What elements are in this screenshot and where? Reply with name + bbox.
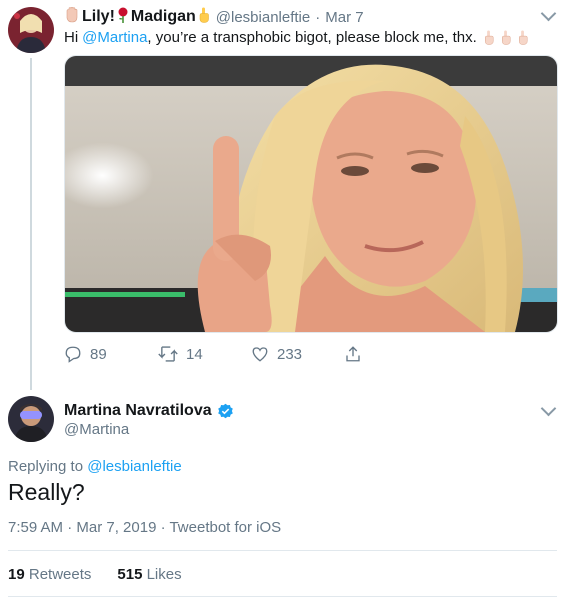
retweets-label: Retweets [28, 566, 92, 583]
verified-badge-icon [217, 403, 234, 420]
pointing-up-light-emoji-icon [518, 30, 528, 45]
tweet1-handle[interactable]: @lesbianleftie [216, 9, 310, 26]
tweet1-name-part2[interactable]: Madigan [131, 8, 196, 26]
pointing-up-emojis [483, 30, 529, 45]
divider [8, 596, 557, 597]
tweet1-text-rest: , you’re a transphobic bigot, please blo… [147, 29, 477, 46]
tweet2-author[interactable]: Martina Navratilova [64, 402, 234, 420]
tweet1-photo[interactable] [64, 55, 558, 333]
tweet1-text-hi: Hi [64, 29, 79, 46]
avatar-martina[interactable] [8, 396, 54, 442]
tweet1-separator: · [315, 8, 321, 26]
like-count: 233 [277, 345, 303, 363]
chevron-down-icon[interactable] [540, 400, 557, 417]
reply-button[interactable]: 89 [64, 345, 107, 363]
like-button[interactable]: 233 [251, 345, 302, 363]
share-button[interactable] [344, 345, 362, 363]
replying-to: Replying to @lesbianleftie [8, 458, 182, 475]
tweet2-handle[interactable]: @Martina [64, 421, 129, 438]
tweet2-name[interactable]: Martina Navratilova [64, 402, 212, 420]
likes-stat[interactable]: 515 Likes [117, 566, 181, 583]
reply-icon [65, 346, 81, 363]
pointing-up-emoji-icon [198, 7, 210, 27]
avatar-lily[interactable] [8, 7, 54, 53]
chevron-down-icon[interactable] [540, 5, 557, 22]
divider [8, 550, 557, 551]
tweet1-header: Lily! Madigan @lesbianleftie · Mar 7 [64, 6, 364, 28]
likes-label: Likes [146, 566, 182, 583]
retweet-button[interactable]: 14 [158, 345, 203, 363]
replying-to-prefix: Replying to [8, 458, 84, 475]
replying-to-link[interactable]: @lesbianleftie [87, 458, 181, 475]
pointing-up-light-emoji-icon [501, 30, 511, 45]
tweet2-meta[interactable]: 7:59 AM · Mar 7, 2019 · Tweetbot for iOS [8, 519, 281, 536]
raised-hand-emoji-icon [64, 6, 80, 27]
pointing-up-light-emoji-icon [484, 30, 494, 45]
reply-count: 89 [90, 345, 107, 363]
retweet-icon [158, 346, 178, 362]
engagement-stats: 19 Retweets 515 Likes [8, 566, 182, 583]
likes-count: 515 [117, 566, 143, 583]
rose-emoji-icon [116, 7, 130, 27]
heart-icon [252, 347, 268, 362]
retweets-stat[interactable]: 19 Retweets [8, 566, 91, 583]
tweet1-mention-link[interactable]: @Martina [82, 29, 147, 46]
tweet1-date[interactable]: Mar 7 [325, 9, 363, 26]
share-icon [346, 346, 360, 362]
tweet2-text: Really? [8, 479, 85, 505]
retweets-count: 19 [8, 566, 25, 583]
tweet1-name-part1[interactable]: Lily! [82, 8, 115, 26]
thread-line [30, 58, 32, 390]
retweet-count: 14 [186, 345, 203, 363]
tweet1-text: Hi @Martina , you’re a transphobic bigot… [64, 29, 529, 46]
